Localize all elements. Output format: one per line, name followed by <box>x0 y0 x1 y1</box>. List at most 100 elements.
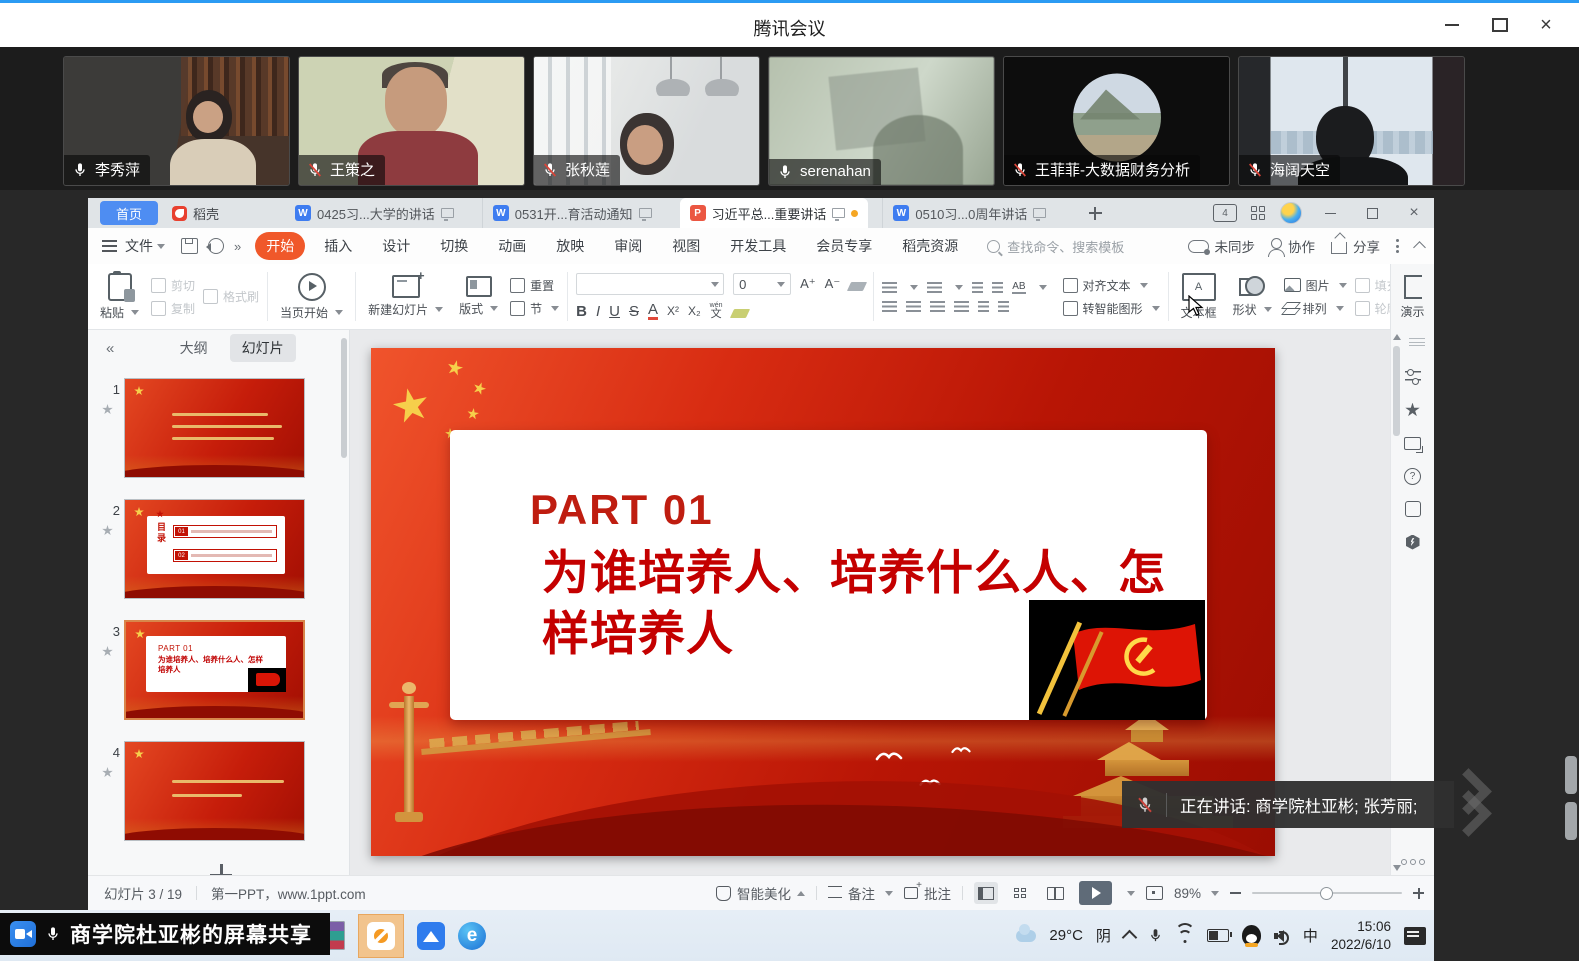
justify-button[interactable] <box>954 301 969 312</box>
current-slide[interactable]: PART 01 为谁培养人、培养什么人、怎样培养人 <box>371 348 1275 856</box>
section-button[interactable]: 节 <box>510 300 559 317</box>
text-direction-button[interactable]: AB <box>1012 281 1025 294</box>
qq-icon[interactable] <box>1242 925 1261 946</box>
quick-tools-icon[interactable] <box>1404 533 1422 551</box>
wps-minimize-button[interactable] <box>1316 202 1344 224</box>
more-options-icon[interactable] <box>1396 239 1399 253</box>
zoom-slider-thumb[interactable] <box>1320 887 1333 900</box>
paste-button[interactable]: 粘贴 <box>96 271 143 323</box>
beautify-star-icon[interactable] <box>1404 401 1422 419</box>
share-button[interactable]: 分享 <box>1331 236 1380 256</box>
bullet-list-button[interactable] <box>882 282 897 293</box>
properties-sliders-icon[interactable] <box>1404 368 1422 386</box>
video-tile[interactable]: 张秋莲 <box>533 56 760 186</box>
sync-status[interactable]: 未同步 <box>1188 236 1256 256</box>
doc-tab[interactable]: W 0531开...育活动通知 <box>482 198 662 228</box>
align-left-button[interactable] <box>882 301 897 312</box>
font-size-select[interactable]: 0 <box>733 273 791 295</box>
menu-tab-slideshow[interactable]: 放映 <box>545 232 595 260</box>
play-from-page-button[interactable]: 当页开始 <box>276 271 347 323</box>
align-center-button[interactable] <box>906 301 921 312</box>
menu-tab-member[interactable]: 会员专享 <box>805 232 883 260</box>
more-tools-icon[interactable] <box>1391 859 1434 865</box>
wps-restore-button[interactable] <box>1358 202 1386 224</box>
line-spacing-button[interactable] <box>978 301 989 312</box>
doc-tab[interactable]: W 0510习...0周年讲话 <box>882 198 1056 228</box>
taskbar-clock[interactable]: 15:06 2022/6/10 <box>1331 918 1391 953</box>
screen-share-banner[interactable]: 商学院杜亚彬的屏幕共享 <box>0 913 330 955</box>
cut-button[interactable]: 剪切 <box>151 277 195 294</box>
present-button[interactable]: 演示 <box>1390 264 1434 330</box>
zoom-slider[interactable] <box>1252 892 1402 894</box>
slide-thumbnail[interactable]: 4 <box>124 741 305 841</box>
decrease-indent-button[interactable] <box>972 282 983 293</box>
fit-window-icon[interactable] <box>1146 886 1163 900</box>
doc-tab-active[interactable]: P 习近平总...重要讲话 <box>680 198 869 228</box>
italic-button[interactable]: I <box>596 303 600 320</box>
tab-count-icon[interactable]: 4 <box>1213 204 1237 222</box>
align-right-button[interactable] <box>930 301 945 312</box>
panel-grip-icon[interactable] <box>1409 338 1425 346</box>
grow-font-button[interactable]: A⁺ <box>800 276 816 292</box>
command-search[interactable]: 查找命令、搜索模板 <box>987 237 1124 256</box>
browser-icon[interactable]: e <box>458 922 486 950</box>
increase-indent-button[interactable] <box>992 282 1003 293</box>
collapse-ribbon-icon[interactable] <box>1413 241 1426 254</box>
weather-temp[interactable]: 29°C <box>1049 927 1083 944</box>
paragraph-spacing-button[interactable] <box>998 301 1009 312</box>
mirror-screen-icon[interactable] <box>1404 434 1422 452</box>
panel-collapse-button[interactable]: « <box>106 340 114 357</box>
qat-overflow-icon[interactable]: » <box>234 239 241 254</box>
workspace-grid-icon[interactable] <box>1251 206 1266 221</box>
subscript-button[interactable]: X₂ <box>688 304 701 318</box>
taskbar-active-app[interactable] <box>358 914 404 958</box>
copy-button[interactable]: 复制 <box>151 300 195 317</box>
video-tile[interactable]: 王菲菲-大数据财务分析 <box>1003 56 1230 186</box>
superscript-button[interactable]: X² <box>667 304 679 318</box>
menu-tab-docer-res[interactable]: 稻壳资源 <box>891 232 969 260</box>
slide-thumbnail-selected[interactable]: 3 PART 01 为谁培养人、培养什么人、怎样培养人 <box>124 620 305 720</box>
slide-thumbnail[interactable]: 2 目录 01 02 <box>124 499 305 599</box>
menu-tab-review[interactable]: 审阅 <box>603 232 653 260</box>
zoom-level[interactable]: 89% <box>1174 886 1219 901</box>
close-button[interactable]: × <box>1529 11 1563 39</box>
video-tile[interactable]: 王策之 <box>298 56 525 186</box>
menu-hamburger-icon[interactable] <box>102 240 117 252</box>
weather-icon[interactable] <box>1016 930 1036 942</box>
normal-view-button[interactable] <box>974 882 998 904</box>
font-color-button[interactable]: A <box>648 302 658 320</box>
format-painter-button[interactable]: 格式刷 <box>203 288 259 305</box>
tab-home[interactable]: 首页 <box>100 201 158 225</box>
align-text-button[interactable]: 对齐文本 <box>1063 277 1160 294</box>
tencent-meeting-icon[interactable] <box>417 922 445 950</box>
weather-desc[interactable]: 阴 <box>1096 925 1111 946</box>
bold-button[interactable]: B <box>576 303 587 320</box>
help-icon[interactable]: ? <box>1404 467 1422 485</box>
scroll-down-icon[interactable] <box>1393 865 1401 871</box>
doc-tab[interactable]: W 0425习...大学的讲话 <box>285 198 464 228</box>
slide-thumbnail[interactable]: 1 <box>124 378 305 478</box>
video-tile[interactable]: serenahan <box>768 56 995 186</box>
reading-view-button[interactable] <box>1044 882 1068 904</box>
menu-tab-devtools[interactable]: 开发工具 <box>719 232 797 260</box>
meeting-panel-handle[interactable] <box>1565 756 1577 794</box>
save-icon[interactable] <box>181 238 198 254</box>
highlight-pen-icon[interactable] <box>729 309 749 318</box>
menu-tab-animation[interactable]: 动画 <box>487 232 537 260</box>
notification-center-icon[interactable] <box>1404 927 1426 945</box>
tab-docer[interactable]: 稻壳 <box>158 198 233 228</box>
speaker-icon[interactable] <box>1274 929 1290 943</box>
minimize-button[interactable] <box>1435 11 1469 39</box>
slide-layout-button[interactable]: 版式 <box>455 274 502 319</box>
numbered-list-button[interactable] <box>927 282 942 293</box>
tray-mic-icon[interactable] <box>1148 927 1163 944</box>
maximize-button[interactable] <box>1483 11 1517 39</box>
underline-button[interactable]: U <box>609 303 620 320</box>
shapes-button[interactable]: 形状 <box>1229 274 1276 320</box>
ime-indicator[interactable]: 中 <box>1303 925 1318 946</box>
menu-tab-transition[interactable]: 切换 <box>429 232 479 260</box>
notes-button[interactable]: 备注 <box>828 883 893 903</box>
shrink-font-button[interactable]: A⁻ <box>825 276 841 292</box>
phonetic-guide-button[interactable]: wén文 <box>710 302 723 320</box>
battery-icon[interactable] <box>1207 929 1229 942</box>
